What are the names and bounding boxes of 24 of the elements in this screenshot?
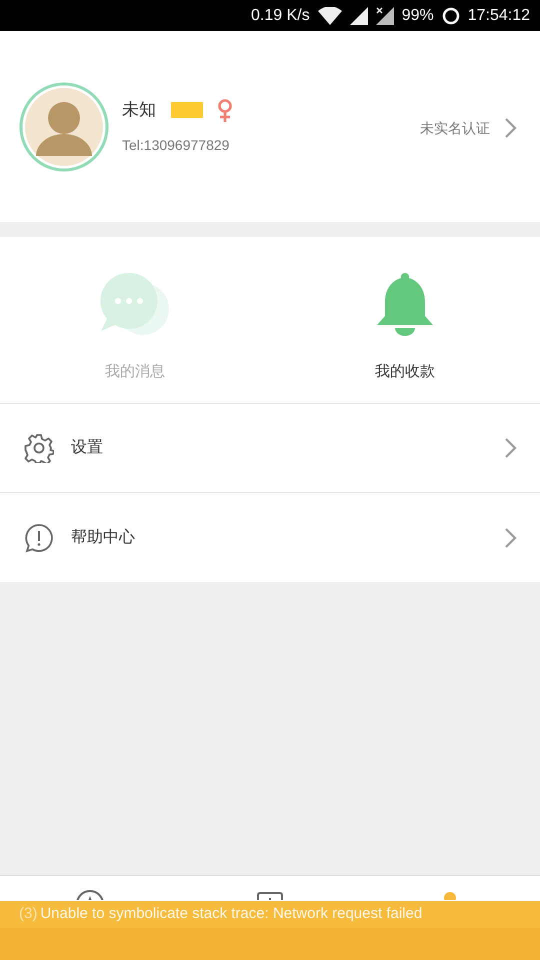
signal-icon xyxy=(350,6,368,24)
no-signal-icon xyxy=(376,6,394,24)
chevron-right-icon xyxy=(504,526,518,548)
phone-number: Tel:13096977829 xyxy=(122,136,230,155)
shortcut-label: 我的收款 xyxy=(375,362,435,382)
settings-icon xyxy=(24,433,54,463)
clock: 17:54:12 xyxy=(468,6,530,26)
exclamation-bubble-icon xyxy=(24,522,54,552)
ring-icon xyxy=(442,6,460,24)
network-speed: 0.19 K/s xyxy=(250,6,310,26)
chevron-right-icon xyxy=(504,117,518,139)
level-tag xyxy=(171,102,203,118)
battery-level: 99% xyxy=(402,6,434,26)
shortcut-button[interactable]: 我的收款 xyxy=(270,237,540,403)
wifi-icon xyxy=(318,6,342,24)
verify-link[interactable]: 未实名认证 xyxy=(420,117,518,139)
chevron-right-icon xyxy=(504,437,518,459)
user-name: 未知 xyxy=(122,99,156,122)
shortcut-label: 我的消息 xyxy=(105,362,165,382)
menu-row[interactable]: 帮助中心 xyxy=(0,493,540,582)
error-message: Unable to symbolicate stack trace: Network request failed xyxy=(40,904,422,924)
error-count: (3) xyxy=(19,904,38,924)
female-icon xyxy=(217,98,233,122)
menu-row[interactable]: 设置 xyxy=(0,404,540,493)
